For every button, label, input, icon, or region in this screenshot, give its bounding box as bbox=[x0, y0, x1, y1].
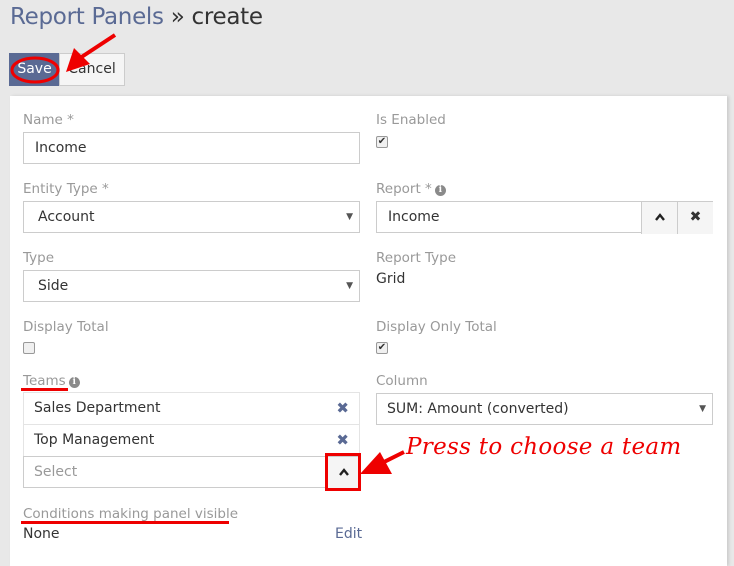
breadcrumb-separator: » bbox=[170, 4, 185, 30]
caret-down-icon: ▼ bbox=[346, 281, 353, 291]
name-input[interactable]: Income bbox=[23, 132, 360, 164]
report-clear-button[interactable]: ✖ bbox=[677, 202, 713, 234]
type-value: Side bbox=[38, 278, 69, 294]
annotation-arrow-save bbox=[66, 33, 117, 72]
teams-label-text: Teams bbox=[23, 373, 66, 389]
display-only-total-label: Display Only Total bbox=[376, 319, 497, 335]
type-select[interactable]: Side ▼ bbox=[23, 270, 360, 302]
conditions-value: None bbox=[23, 526, 60, 542]
is-enabled-label: Is Enabled bbox=[376, 112, 446, 128]
report-label-text: Report * bbox=[376, 181, 432, 197]
form-panel: Name * Income Is Enabled ✔ Entity Type *… bbox=[10, 96, 727, 566]
remove-team-icon[interactable]: ✖ bbox=[336, 393, 349, 424]
annotation-text: Press to choose a team bbox=[406, 434, 682, 460]
breadcrumb-current: create bbox=[191, 4, 264, 30]
remove-team-icon[interactable]: ✖ bbox=[336, 425, 349, 456]
name-label: Name * bbox=[23, 112, 74, 128]
column-select[interactable]: SUM: Amount (converted) ▼ bbox=[376, 393, 713, 425]
conditions-label: Conditions making panel visible bbox=[23, 506, 239, 522]
team-select-input[interactable]: Select bbox=[23, 456, 360, 489]
info-icon[interactable]: i bbox=[68, 377, 80, 388]
clear-icon: ✖ bbox=[689, 209, 702, 225]
report-value: Income bbox=[388, 209, 440, 225]
display-only-total-checkbox[interactable]: ✔ bbox=[376, 342, 388, 354]
info-icon[interactable]: i bbox=[434, 185, 446, 196]
entity-type-select[interactable]: Account ▼ bbox=[23, 201, 360, 233]
report-type-label: Report Type bbox=[376, 250, 457, 266]
report-field: Income ✖ bbox=[376, 201, 713, 234]
caret-down-icon: ▼ bbox=[699, 404, 706, 414]
team-name: Top Management bbox=[34, 432, 155, 448]
report-select-button[interactable] bbox=[641, 202, 677, 234]
entity-type-value: Account bbox=[38, 209, 95, 225]
display-total-label: Display Total bbox=[23, 319, 109, 335]
column-value: SUM: Amount (converted) bbox=[387, 401, 569, 417]
page-title: Report Panels » create bbox=[10, 4, 263, 30]
team-select-placeholder: Select bbox=[34, 464, 78, 480]
team-list-item: Top Management ✖ bbox=[23, 424, 360, 456]
annotation-save-ellipse bbox=[10, 56, 60, 84]
column-label: Column bbox=[376, 373, 428, 389]
breadcrumb-report-panels[interactable]: Report Panels bbox=[10, 4, 164, 30]
report-label: Report * i bbox=[376, 181, 446, 197]
display-total-checkbox[interactable] bbox=[23, 342, 35, 354]
team-name: Sales Department bbox=[34, 400, 161, 416]
type-label: Type bbox=[23, 250, 55, 266]
is-enabled-checkbox[interactable]: ✔ bbox=[376, 136, 388, 148]
annotation-arrow-select bbox=[360, 450, 405, 474]
entity-type-label: Entity Type * bbox=[23, 181, 109, 197]
conditions-edit-link[interactable]: Edit bbox=[335, 526, 362, 542]
annotation-teams-underline bbox=[21, 388, 68, 391]
team-list-item: Sales Department ✖ bbox=[23, 392, 360, 424]
caret-down-icon: ▼ bbox=[346, 212, 353, 222]
teams-label: Teams i bbox=[23, 373, 80, 389]
annotation-conditions-underline bbox=[21, 521, 229, 524]
annotation-select-button-box bbox=[325, 453, 361, 491]
chevron-up-icon bbox=[654, 213, 665, 221]
report-type-value: Grid bbox=[376, 271, 406, 287]
